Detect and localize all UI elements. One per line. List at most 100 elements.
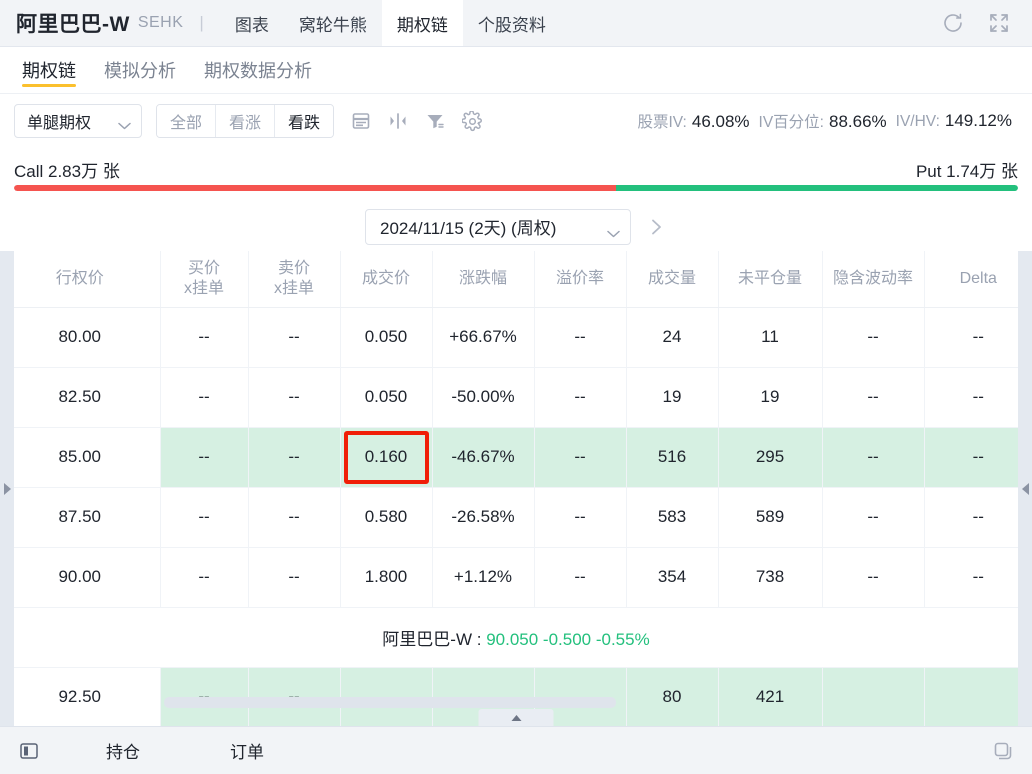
col-strike[interactable]: 行权价 [0, 251, 160, 307]
fullscreen-icon[interactable] [986, 10, 1012, 36]
cell-last-price[interactable]: 0.050 [340, 307, 432, 367]
col-change-pct[interactable]: 涨跌幅 [432, 251, 534, 307]
expiry-select[interactable]: 2024/11/15 (2天) (周权) [365, 209, 631, 245]
tab-warrants[interactable]: 窝轮牛熊 [284, 0, 382, 46]
cell-change-pct[interactable]: -46.67% [432, 427, 534, 487]
cell-strike[interactable]: 87.50 [0, 487, 160, 547]
table-row[interactable]: 85.00----0.160-46.67%--516295---- [0, 427, 1032, 487]
strategy-select[interactable]: 单腿期权 [14, 104, 142, 138]
panel-toggle-icon[interactable] [16, 738, 42, 764]
cell-delta[interactable]: -- [924, 307, 1032, 367]
col-premium-rate[interactable]: 溢价率 [534, 251, 626, 307]
right-panel-expander[interactable] [1018, 251, 1032, 726]
refresh-icon[interactable] [940, 10, 966, 36]
filter-icon[interactable] [424, 110, 446, 132]
table-row[interactable]: 82.50----0.050-50.00%--1919---- [0, 367, 1032, 427]
cell-change-pct[interactable]: +66.67% [432, 307, 534, 367]
cell-change-pct[interactable]: -26.58% [432, 487, 534, 547]
cell-bid[interactable]: -- [160, 307, 248, 367]
horizontal-scrollbar[interactable] [164, 697, 616, 708]
cell-ask[interactable]: -- [248, 427, 340, 487]
cell-implied-volatility[interactable]: -- [822, 487, 924, 547]
cell-open-interest[interactable]: 589 [718, 487, 822, 547]
cell-strike[interactable]: 90.00 [0, 547, 160, 607]
cell-premium-rate[interactable]: -- [534, 547, 626, 607]
table-row[interactable]: 90.00----1.800+1.12%--354738---- [0, 547, 1032, 607]
cell-open-interest[interactable]: 295 [718, 427, 822, 487]
segment-all[interactable]: 全部 [157, 105, 216, 137]
layout-icon[interactable] [350, 110, 372, 132]
gear-icon[interactable] [461, 110, 483, 132]
cell-premium-rate[interactable]: -- [534, 487, 626, 547]
col-volume[interactable]: 成交量 [626, 251, 718, 307]
cell-last-price[interactable]: 0.160 [340, 427, 432, 487]
cell-volume[interactable]: 19 [626, 367, 718, 427]
cell-delta[interactable] [924, 667, 1032, 726]
col-ask[interactable]: 卖价x挂单 [248, 251, 340, 307]
subtab-option-chain[interactable]: 期权链 [22, 47, 76, 93]
cell-volume[interactable]: 516 [626, 427, 718, 487]
col-open-interest[interactable]: 未平仓量 [718, 251, 822, 307]
cell-implied-volatility[interactable]: -- [822, 427, 924, 487]
cell-open-interest[interactable]: 421 [718, 667, 822, 726]
cell-volume[interactable]: 80 [626, 667, 718, 726]
scroll-up-handle[interactable] [479, 709, 554, 726]
cell-strike[interactable]: 82.50 [0, 367, 160, 427]
tab-chart[interactable]: 图表 [220, 0, 284, 46]
cell-implied-volatility[interactable]: -- [822, 307, 924, 367]
col-delta[interactable]: Delta [924, 251, 1032, 307]
col-last-price[interactable]: 成交价 [340, 251, 432, 307]
cell-bid[interactable]: -- [160, 427, 248, 487]
bottom-item-positions[interactable]: 持仓 [92, 738, 154, 763]
cell-ask[interactable]: -- [248, 487, 340, 547]
cell-bid[interactable]: -- [160, 487, 248, 547]
cell-implied-volatility[interactable]: -- [822, 547, 924, 607]
cell-premium-rate[interactable]: -- [534, 427, 626, 487]
cell-last-price[interactable]: 1.800 [340, 547, 432, 607]
col-bid[interactable]: 买价x挂单 [160, 251, 248, 307]
subtab-option-data-analysis[interactable]: 期权数据分析 [204, 47, 312, 93]
cell-implied-volatility[interactable] [822, 667, 924, 726]
segment-put[interactable]: 看跌 [275, 105, 333, 137]
expiry-select-value: 2024/11/15 (2天) (周权) [380, 214, 556, 239]
table-row[interactable]: 80.00----0.050+66.67%--2411---- [0, 307, 1032, 367]
cell-strike[interactable]: 80.00 [0, 307, 160, 367]
cell-change-pct[interactable]: +1.12% [432, 547, 534, 607]
table-row[interactable]: 87.50----0.580-26.58%--583589---- [0, 487, 1032, 547]
subtab-simulation-analysis[interactable]: 模拟分析 [104, 47, 176, 93]
cell-ask[interactable]: -- [248, 547, 340, 607]
cell-volume[interactable]: 354 [626, 547, 718, 607]
tab-stock-info[interactable]: 个股资料 [463, 0, 561, 46]
tab-option-chain[interactable]: 期权链 [382, 0, 463, 46]
cell-delta[interactable]: -- [924, 547, 1032, 607]
cell-volume[interactable]: 583 [626, 487, 718, 547]
segment-call[interactable]: 看涨 [216, 105, 275, 137]
cell-volume[interactable]: 24 [626, 307, 718, 367]
cell-strike[interactable]: 92.50 [0, 667, 160, 726]
symbol-divider: | [199, 13, 203, 33]
cell-open-interest[interactable]: 11 [718, 307, 822, 367]
cell-bid[interactable]: -- [160, 547, 248, 607]
cell-strike[interactable]: 85.00 [0, 427, 160, 487]
option-chain-table: 行权价 买价x挂单 卖价x挂单 成交价 涨跌幅 溢价率 成交量 未平仓量 隐含波… [0, 251, 1032, 726]
cell-implied-volatility[interactable]: -- [822, 367, 924, 427]
left-panel-expander[interactable] [0, 251, 14, 726]
cell-premium-rate[interactable]: -- [534, 367, 626, 427]
cell-delta[interactable]: -- [924, 427, 1032, 487]
cell-ask[interactable]: -- [248, 367, 340, 427]
next-expiry-button[interactable] [645, 216, 667, 238]
cell-delta[interactable]: -- [924, 487, 1032, 547]
cell-change-pct[interactable]: -50.00% [432, 367, 534, 427]
cell-last-price[interactable]: 0.050 [340, 367, 432, 427]
cell-open-interest[interactable]: 738 [718, 547, 822, 607]
col-implied-volatility[interactable]: 隐含波动率 [822, 251, 924, 307]
windows-icon[interactable] [990, 738, 1016, 764]
cell-delta[interactable]: -- [924, 367, 1032, 427]
cell-last-price[interactable]: 0.580 [340, 487, 432, 547]
cell-open-interest[interactable]: 19 [718, 367, 822, 427]
cell-bid[interactable]: -- [160, 367, 248, 427]
cell-ask[interactable]: -- [248, 307, 340, 367]
bottom-item-orders[interactable]: 订单 [216, 738, 278, 763]
cell-premium-rate[interactable]: -- [534, 307, 626, 367]
collapse-center-icon[interactable] [387, 110, 409, 132]
